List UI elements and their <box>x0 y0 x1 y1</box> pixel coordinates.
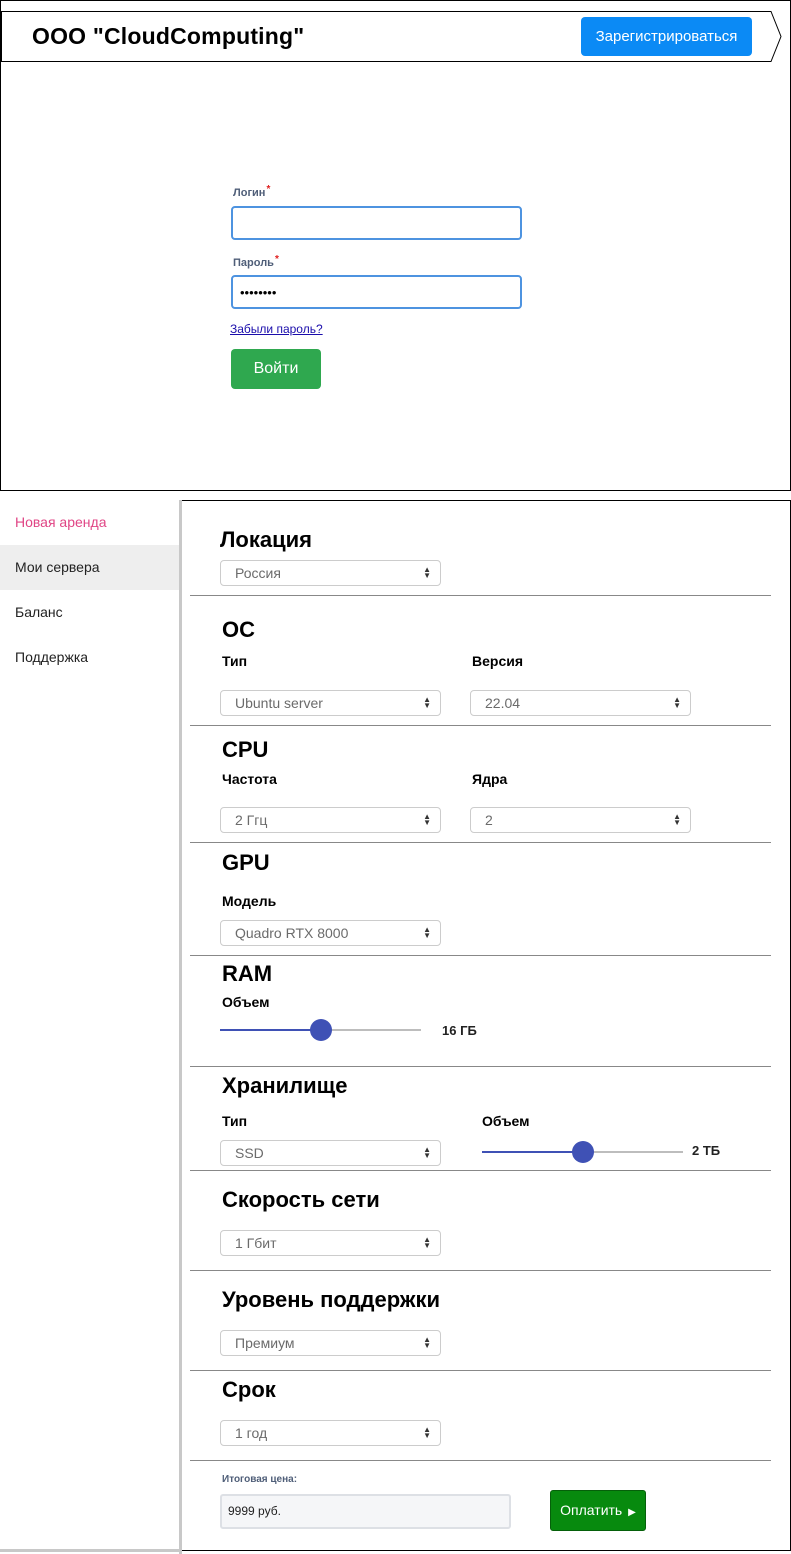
cpu-cores-select-value: 2 <box>485 812 493 828</box>
total-price-label: Итоговая цена: <box>222 1474 298 1485</box>
company-name: ООО "CloudComputing" <box>32 23 305 49</box>
location-select-value: Россия <box>235 565 281 581</box>
os-type-select-value: Ubuntu server <box>235 695 323 711</box>
ram-volume-slider[interactable] <box>220 1018 421 1042</box>
slider-thumb[interactable] <box>310 1019 332 1041</box>
password-label-text: Пароль <box>233 257 274 269</box>
section-divider <box>190 1370 771 1371</box>
gpu-model-select-value: Quadro RTX 8000 <box>235 925 349 941</box>
cpu-frequency-select-value: 2 Ггц <box>235 812 268 828</box>
sidebar-item-balance[interactable]: Баланс <box>0 590 179 635</box>
select-arrows-icon: ▲ ▼ <box>673 695 681 710</box>
storage-type-select-value: SSD <box>235 1145 264 1161</box>
required-mark: * <box>274 254 279 265</box>
section-divider <box>190 595 771 596</box>
select-arrows-icon: ▲ ▼ <box>423 1335 431 1350</box>
os-title: ОС <box>222 617 255 642</box>
section-divider <box>190 955 771 956</box>
ram-volume-value: 16 ГБ <box>442 1023 477 1038</box>
sidebar-bottom-border <box>0 1549 182 1552</box>
select-arrows-icon: ▲ ▼ <box>673 812 681 827</box>
section-divider <box>190 1460 771 1461</box>
select-arrows-icon: ▲ ▼ <box>423 695 431 710</box>
cpu-frequency-label: Частота <box>222 771 277 787</box>
pay-button-label: Оплатить <box>560 1502 623 1518</box>
cpu-cores-label: Ядра <box>472 771 508 787</box>
os-type-label: Тип <box>222 653 248 669</box>
os-type-select[interactable]: Ubuntu server ▲ ▼ <box>220 690 441 716</box>
term-title: Срок <box>222 1377 276 1402</box>
os-version-select[interactable]: 22.04 ▲ ▼ <box>470 690 691 716</box>
ram-volume-label: Объем <box>222 994 270 1010</box>
term-select-value: 1 год <box>235 1425 268 1441</box>
network-title: Скорость сети <box>222 1187 380 1212</box>
support-title: Уровень поддержки <box>222 1287 441 1312</box>
support-level-select[interactable]: Премиум ▲ ▼ <box>220 1330 441 1356</box>
sidebar-item-my-servers[interactable]: Мои сервера <box>0 545 179 590</box>
network-speed-select[interactable]: 1 Гбит ▲ ▼ <box>220 1230 441 1256</box>
forgot-password-link[interactable]: Забыли пароль? <box>230 322 323 336</box>
support-level-select-value: Премиум <box>235 1335 295 1351</box>
term-select[interactable]: 1 год ▲ ▼ <box>220 1420 441 1446</box>
login-page: ООО "CloudComputing" Зарегистрироваться … <box>0 0 791 491</box>
password-label: Пароль* <box>233 254 279 269</box>
total-price-field: 9999 руб. <box>220 1494 511 1529</box>
login-button[interactable]: Войти <box>231 349 321 389</box>
slider-track-filled <box>482 1151 583 1153</box>
gpu-title: GPU <box>222 850 270 875</box>
storage-volume-label: Объем <box>482 1113 530 1129</box>
slider-track-filled <box>220 1029 321 1031</box>
caret-right-icon: ▶ <box>628 1507 636 1518</box>
header-bar: ООО "CloudComputing" Зарегистрироваться <box>1 11 791 62</box>
os-version-select-value: 22.04 <box>485 695 521 711</box>
sidebar-item-support[interactable]: Поддержка <box>0 635 179 680</box>
register-button[interactable]: Зарегистрироваться <box>581 17 752 56</box>
cpu-title: CPU <box>222 737 269 762</box>
cpu-frequency-select[interactable]: 2 Ггц ▲ ▼ <box>220 807 441 833</box>
cpu-cores-select[interactable]: 2 ▲ ▼ <box>470 807 691 833</box>
section-divider <box>190 1066 771 1067</box>
section-divider <box>190 842 771 843</box>
select-arrows-icon: ▲ ▼ <box>423 565 431 580</box>
location-select[interactable]: Россия ▲ ▼ <box>220 560 441 586</box>
storage-type-select[interactable]: SSD ▲ ▼ <box>220 1140 441 1166</box>
section-divider <box>190 1170 771 1171</box>
password-input[interactable] <box>231 275 522 309</box>
slider-track-empty <box>321 1029 421 1031</box>
select-arrows-icon: ▲ ▼ <box>423 812 431 827</box>
select-arrows-icon: ▲ ▼ <box>423 925 431 940</box>
os-version-label: Версия <box>472 653 524 669</box>
section-divider <box>190 725 771 726</box>
storage-volume-slider[interactable] <box>482 1140 683 1164</box>
slider-track-empty <box>583 1151 683 1153</box>
sidebar-item-new-rent[interactable]: Новая аренда <box>0 500 179 545</box>
location-title: Локация <box>220 527 313 552</box>
storage-title: Хранилище <box>222 1073 348 1098</box>
gpu-model-label: Модель <box>222 893 277 909</box>
select-arrows-icon: ▲ ▼ <box>423 1235 431 1250</box>
select-arrows-icon: ▲ ▼ <box>423 1145 431 1160</box>
gpu-model-select[interactable]: Quadro RTX 8000 ▲ ▼ <box>220 920 441 946</box>
login-label: Логин* <box>233 184 271 199</box>
sidebar: Новая аренда Мои сервера Баланс Поддержк… <box>0 500 182 1554</box>
login-input[interactable] <box>231 206 522 240</box>
login-label-text: Логин <box>233 187 266 199</box>
storage-type-label: Тип <box>222 1113 248 1129</box>
pay-button[interactable]: Оплатить ▶ <box>550 1490 646 1531</box>
slider-thumb[interactable] <box>572 1141 594 1163</box>
ram-title: RAM <box>222 961 273 986</box>
network-speed-select-value: 1 Гбит <box>235 1235 277 1251</box>
required-mark: * <box>266 184 271 195</box>
select-arrows-icon: ▲ ▼ <box>423 1425 431 1440</box>
section-divider <box>190 1270 771 1271</box>
storage-volume-value: 2 ТБ <box>692 1143 721 1158</box>
